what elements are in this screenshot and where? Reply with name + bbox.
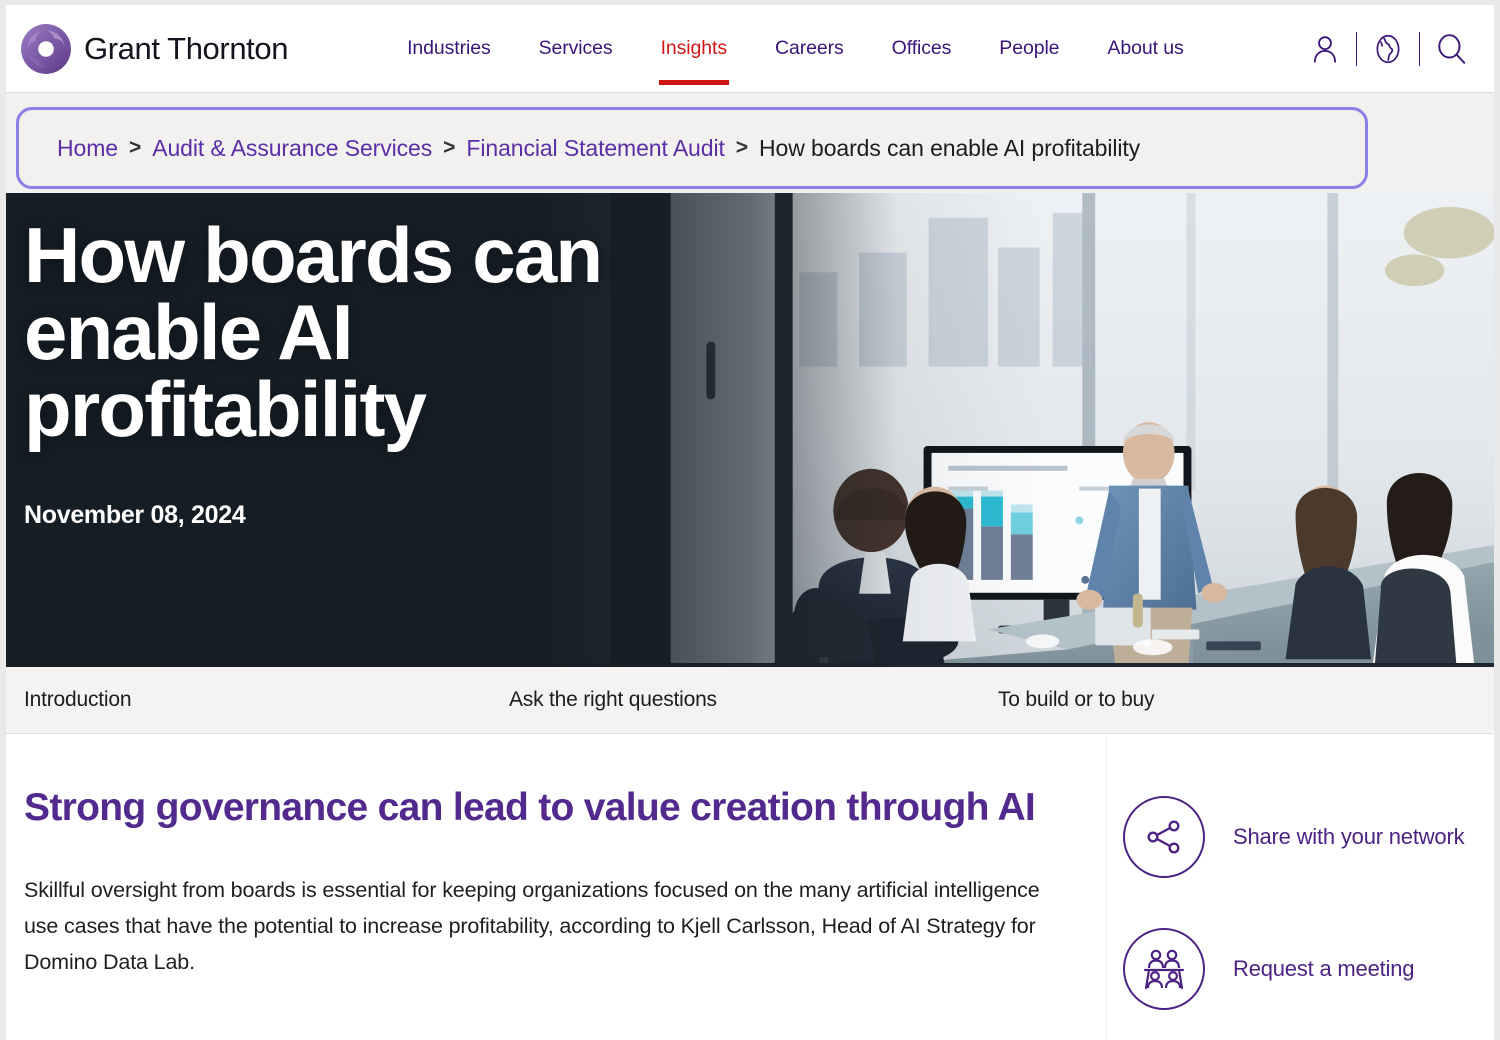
- request-meeting-label: Request a meeting: [1233, 956, 1415, 981]
- request-a-meeting-button[interactable]: Request a meeting: [1123, 928, 1494, 1010]
- brand-name: Grant Thornton: [84, 30, 289, 66]
- tool-separator-2: [1419, 31, 1420, 66]
- breadcrumb-separator: >: [128, 136, 142, 159]
- anchor-tab-to-build-or-to-buy[interactable]: To build or to buy: [998, 688, 1155, 712]
- nav-item-about-us[interactable]: About us: [1083, 5, 1207, 93]
- breadcrumb-item-home[interactable]: Home: [57, 135, 118, 162]
- article-paragraph: Skillful oversight from boards is essent…: [24, 878, 1040, 975]
- site-header: Grant Thornton Industries Services Insig…: [6, 5, 1494, 93]
- share-label: Share with your network: [1233, 824, 1465, 849]
- nav-item-services[interactable]: Services: [515, 5, 637, 93]
- anchor-tab-ask-the-right-questions[interactable]: Ask the right questions: [509, 688, 717, 712]
- breadcrumb-item-current: How boards can enable AI profitability: [759, 134, 1141, 161]
- nav-item-insights[interactable]: Insights: [637, 5, 751, 93]
- hero-title: How boards can enable AI profitability: [24, 211, 603, 454]
- breadcrumb-item-financial-statement-audit[interactable]: Financial Statement Audit: [466, 135, 724, 162]
- breadcrumb-separator: >: [735, 136, 749, 159]
- article-side-actions: Share with your network Request a meetin…: [1106, 734, 1494, 1040]
- tool-separator-1: [1356, 31, 1357, 66]
- meeting-icon-circle: [1123, 928, 1205, 1010]
- share-icon-circle: [1123, 796, 1205, 878]
- anchor-tab-introduction[interactable]: Introduction: [24, 688, 132, 712]
- article-heading: Strong governance can lead to value crea…: [24, 786, 1036, 829]
- search-icon[interactable]: [1434, 32, 1468, 66]
- breadcrumb-separator: >: [443, 136, 456, 159]
- nav-item-people[interactable]: People: [975, 5, 1083, 93]
- header-tools: [1308, 31, 1468, 66]
- user-account-icon[interactable]: [1308, 32, 1342, 66]
- main-navigation: Industries Services Insights Careers Off…: [383, 5, 1208, 93]
- share-network-icon: [1147, 820, 1180, 854]
- nav-item-careers[interactable]: Careers: [751, 5, 868, 93]
- breadcrumb-bar: Home > Audit & Assurance Services > Fina…: [6, 93, 1494, 193]
- hero-banner: How boards can enable AI profitability N…: [6, 193, 1494, 667]
- brand-logo-link[interactable]: Grant Thornton: [20, 23, 288, 75]
- article-content: Strong governance can lead to value crea…: [6, 734, 1106, 1040]
- share-with-your-network-button[interactable]: Share with your network: [1123, 796, 1494, 878]
- nav-item-offices[interactable]: Offices: [868, 5, 976, 93]
- grant-thornton-swirl-logo: [21, 23, 71, 74]
- page-root: Grant Thornton Industries Services Insig…: [0, 0, 1500, 1040]
- hero-text-block: How boards can enable AI profitability N…: [24, 211, 764, 530]
- breadcrumb[interactable]: Home > Audit & Assurance Services > Fina…: [16, 107, 1368, 189]
- breadcrumb-item-audit-assurance-services[interactable]: Audit & Assurance Services: [152, 135, 432, 162]
- section-anchor-bar: Introduction Ask the right questions To …: [6, 667, 1494, 734]
- nav-item-industries[interactable]: Industries: [383, 5, 515, 93]
- hero-publish-date: November 08, 2024: [24, 500, 246, 529]
- meeting-people-icon: [1143, 949, 1185, 990]
- article-region: Strong governance can lead to value crea…: [6, 734, 1494, 1040]
- globe-language-icon[interactable]: [1371, 32, 1405, 66]
